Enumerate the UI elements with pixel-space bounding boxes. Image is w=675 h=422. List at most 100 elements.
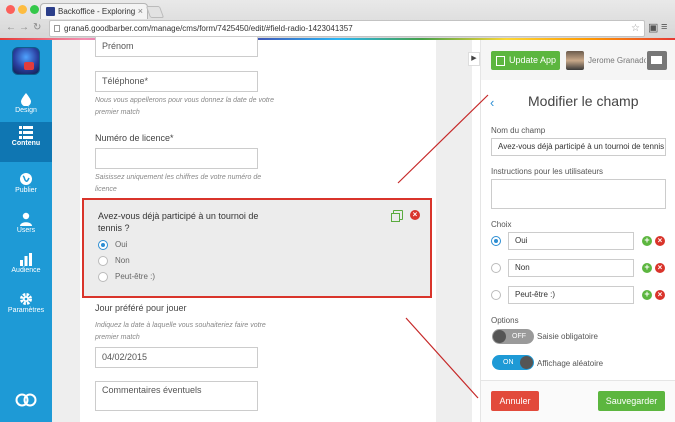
sidebar-item-label: Paramètres (7, 307, 45, 314)
forward-arrow-icon[interactable]: → (19, 22, 29, 33)
comments-field[interactable]: Commentaires éventuels (95, 381, 258, 411)
toggle-state: ON (503, 359, 514, 366)
telephone-placeholder: Téléphone* (102, 76, 149, 86)
cancel-button[interactable]: Annuler (491, 391, 539, 411)
list-icon (19, 126, 33, 139)
back-arrow-icon[interactable]: ← (6, 22, 16, 33)
field-name-input[interactable]: Avez-vous déjà participé à un tournoi de… (491, 138, 666, 156)
radio-option-label: Oui (115, 240, 128, 250)
goodbarber-logo (15, 393, 37, 407)
radio-option-label: Non (115, 256, 130, 266)
remove-choice-icon[interactable]: × (655, 236, 665, 246)
add-choice-icon[interactable]: + (642, 290, 652, 300)
reload-icon[interactable]: ↻ (33, 22, 41, 33)
sidebar-item-publier[interactable]: Publier (0, 169, 52, 209)
radio-unselected-icon[interactable] (98, 256, 108, 266)
user-name[interactable]: Jerome Granados (588, 56, 646, 65)
bookmark-star-icon[interactable]: ☆ (631, 21, 640, 36)
app-logo[interactable] (12, 47, 40, 75)
field-name-label: Nom du champ (491, 126, 546, 135)
jour-label: Jour préféré pour jouer (95, 303, 187, 313)
save-button[interactable]: Sauvegarder (598, 391, 665, 411)
address-bar[interactable]: grana6.goodbarber.com/manage/cms/form/74… (49, 20, 645, 37)
panel-footer: Annuler Sauvegarder (481, 380, 675, 422)
update-app-label: Update App (509, 55, 557, 65)
sidebar-item-parametres[interactable]: Paramètres (0, 289, 52, 329)
sidebar-item-contenu[interactable]: Contenu (0, 122, 52, 162)
sidebar-item-label: Users (16, 227, 36, 234)
radio-option[interactable]: Oui (98, 240, 127, 250)
jour-field[interactable]: 04/02/2015 (95, 347, 258, 368)
add-choice-icon[interactable]: + (642, 263, 652, 273)
user-icon (20, 212, 32, 226)
sidebar-item-audience[interactable]: Audience (0, 249, 52, 289)
extension-icon[interactable]: ▣ (648, 21, 658, 34)
browser-chrome: Backoffice - Exploring × ← → ↻ grana6.go… (0, 0, 675, 40)
radio-unselected-icon[interactable] (98, 272, 108, 282)
options-label: Options (491, 316, 519, 325)
choice-row: Non + × (491, 259, 671, 277)
radio-option-label: Peut-être :) (115, 272, 156, 282)
add-choice-icon[interactable]: + (642, 236, 652, 246)
maximize-window-icon[interactable] (30, 5, 39, 14)
choice-row: Oui + × (491, 232, 671, 250)
sidebar: Design Contenu Publier Users Audience Pa… (0, 40, 52, 422)
instructions-input[interactable] (491, 179, 666, 209)
close-window-icon[interactable] (6, 5, 15, 14)
bar-chart-icon (20, 253, 32, 266)
tab-close-icon[interactable]: × (138, 4, 143, 19)
choice-input[interactable]: Non (508, 259, 634, 277)
duplicate-icon[interactable] (391, 210, 404, 223)
toggle-state: OFF (512, 333, 526, 340)
toggle-knob (493, 330, 506, 343)
random-toggle[interactable]: ON (492, 355, 534, 370)
required-toggle[interactable]: OFF (492, 329, 534, 344)
radio-question: Avez-vous déjà participé à un tournoi de… (98, 211, 259, 233)
update-app-button[interactable]: Update App (491, 51, 560, 70)
licence-field[interactable] (95, 148, 258, 169)
form-canvas: Prénom Téléphone* Nous vous appellerons … (52, 36, 472, 422)
choice-input[interactable]: Oui (508, 232, 634, 250)
radio-option[interactable]: Peut-être :) (98, 272, 155, 282)
radio-unselected-icon[interactable] (491, 263, 501, 273)
delete-field-icon[interactable]: × (410, 210, 420, 221)
choice-input[interactable]: Peut-être :) (508, 286, 634, 304)
radio-selected-icon[interactable] (491, 236, 501, 246)
menu-icon[interactable]: ≡ (661, 21, 667, 33)
favicon-icon (46, 7, 55, 16)
panel-topbar: Update App Jerome Granados (481, 40, 675, 80)
choice-value: Peut-être :) (515, 290, 556, 299)
jour-value: 04/02/2015 (102, 352, 148, 362)
random-toggle-label: Affichage aléatoire (537, 359, 604, 368)
required-toggle-label: Saisie obligatoire (537, 332, 598, 341)
radio-selected-icon[interactable] (98, 240, 108, 250)
url-text: grana6.goodbarber.com/manage/cms/form/74… (64, 24, 353, 33)
radio-unselected-icon[interactable] (491, 290, 501, 300)
new-tab-button[interactable] (145, 6, 165, 18)
browser-tab[interactable]: Backoffice - Exploring × (40, 3, 148, 19)
sidebar-item-label: Publier (15, 187, 37, 194)
minimize-window-icon[interactable] (18, 5, 27, 14)
drop-icon (21, 93, 31, 106)
back-chevron-icon[interactable]: ‹ (490, 95, 494, 110)
field-name-value: Avez-vous déjà participé à un tournoi de… (498, 142, 666, 151)
telephone-help: Nous vous appellerons pour vous donnez l… (95, 97, 275, 116)
avatar[interactable] (566, 51, 584, 70)
choice-value: Oui (515, 236, 528, 245)
remove-choice-icon[interactable]: × (655, 263, 665, 273)
globe-icon (20, 173, 32, 185)
sidebar-item-label: Contenu (11, 140, 41, 147)
prenom-field[interactable]: Prénom (95, 36, 258, 57)
sidebar-item-users[interactable]: Users (0, 209, 52, 249)
instructions-label: Instructions pour les utilisateurs (491, 167, 604, 176)
sidebar-item-label: Audience (11, 267, 41, 274)
mail-icon[interactable] (647, 51, 667, 70)
gear-icon (20, 293, 32, 305)
remove-choice-icon[interactable]: × (655, 290, 665, 300)
radio-option[interactable]: Non (98, 256, 130, 266)
telephone-field[interactable]: Téléphone* (95, 71, 258, 92)
collapse-panel-button[interactable]: ▶ (468, 52, 480, 66)
selected-radio-field[interactable]: Avez-vous déjà participé à un tournoi de… (82, 198, 432, 298)
choices-label: Choix (491, 220, 512, 229)
toggle-knob (520, 356, 533, 369)
